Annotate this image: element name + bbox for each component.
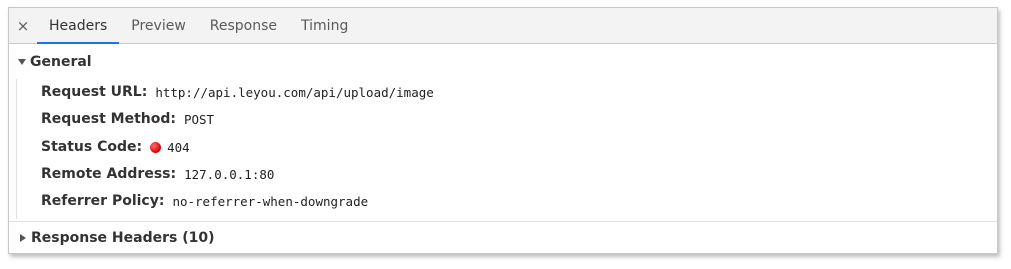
status-code-row: Status Code: 404 bbox=[41, 137, 190, 157]
request-method-value: POST bbox=[183, 111, 215, 127]
general-title: General bbox=[30, 54, 92, 70]
general-section-header[interactable]: General bbox=[9, 52, 997, 72]
referrer-policy-value: no-referrer-when-downgrade bbox=[172, 193, 369, 209]
referrer-policy-row: Referrer Policy: no-referrer-when-downgr… bbox=[41, 191, 368, 211]
request-url-row: Request URL: http://api.leyou.com/api/up… bbox=[41, 82, 434, 102]
request-url-label: Request URL: bbox=[41, 84, 148, 100]
status-code-label: Status Code: bbox=[41, 139, 143, 155]
request-url-value: http://api.leyou.com/api/upload/image bbox=[155, 84, 434, 100]
response-headers-section-header[interactable]: Response Headers (10) bbox=[9, 228, 997, 248]
tab-timing[interactable]: Timing bbox=[289, 8, 360, 43]
remote-address-value: 127.0.0.1:80 bbox=[184, 166, 275, 182]
general-section-body: Request URL: http://api.leyou.com/api/up… bbox=[16, 79, 997, 219]
response-headers-title: Response Headers (10) bbox=[31, 230, 215, 246]
tab-headers[interactable]: Headers bbox=[37, 8, 120, 44]
referrer-policy-label: Referrer Policy: bbox=[41, 193, 165, 209]
status-error-dot-icon bbox=[150, 141, 162, 153]
remote-address-label: Remote Address: bbox=[41, 166, 177, 182]
close-icon[interactable]: × bbox=[9, 8, 37, 43]
request-method-row: Request Method: POST bbox=[41, 109, 214, 129]
remote-address-row: Remote Address: 127.0.0.1:80 bbox=[41, 164, 274, 184]
triangle-down-icon bbox=[18, 59, 26, 65]
status-code-value: 404 bbox=[167, 139, 190, 155]
tab-response[interactable]: Response bbox=[198, 8, 289, 43]
tab-preview[interactable]: Preview bbox=[119, 8, 198, 43]
section-divider bbox=[9, 221, 997, 222]
devtools-headers-panel: × Headers Preview Response Timing Genera… bbox=[8, 7, 998, 254]
triangle-right-icon bbox=[20, 234, 26, 242]
tab-bar: × Headers Preview Response Timing bbox=[9, 8, 997, 44]
request-method-label: Request Method: bbox=[41, 111, 176, 127]
